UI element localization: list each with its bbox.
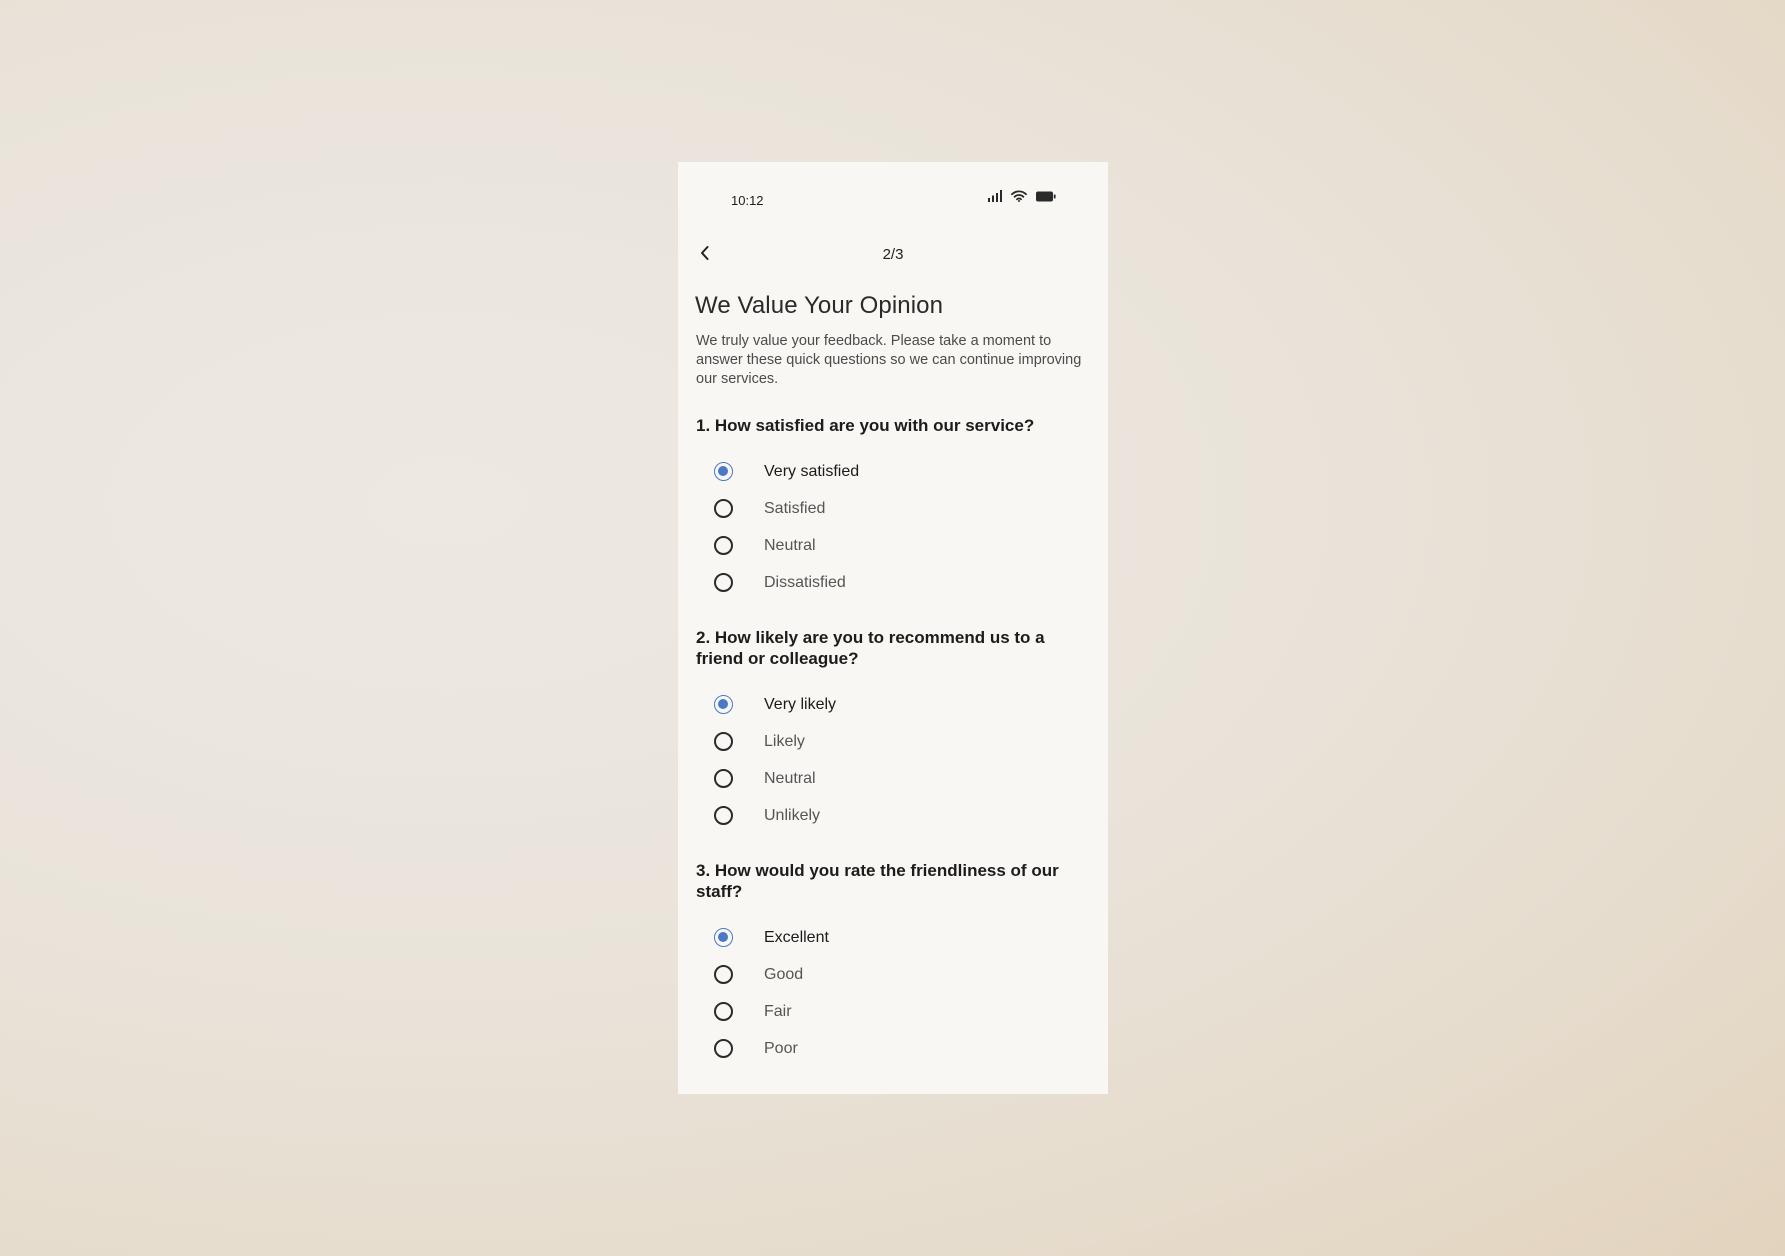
radio-button[interactable] bbox=[714, 806, 733, 825]
option-label: Poor bbox=[764, 1039, 798, 1057]
question-2: 2. How likely are you to recommend us to… bbox=[695, 627, 1091, 834]
option-label: Excellent bbox=[764, 928, 829, 946]
radio-option[interactable]: Neutral bbox=[695, 760, 1091, 797]
question-list: 1. How satisfied are you with our servic… bbox=[695, 415, 1091, 1067]
radio-option[interactable]: Poor bbox=[695, 1030, 1091, 1067]
option-label: Very likely bbox=[764, 695, 837, 713]
question-1: 1. How satisfied are you with our servic… bbox=[695, 415, 1091, 601]
option-label: Neutral bbox=[764, 769, 816, 787]
radio-button-checked[interactable] bbox=[714, 695, 733, 714]
signal-icon bbox=[988, 190, 1002, 202]
phone-screen: 10:12 2/3 We Value Your Opinion We truly… bbox=[678, 162, 1108, 1094]
nav-bar: 2/3 bbox=[678, 238, 1108, 272]
radio-option[interactable]: Fair bbox=[695, 993, 1091, 1030]
option-label: Unlikely bbox=[764, 806, 821, 824]
radio-button-checked[interactable] bbox=[714, 928, 733, 947]
intro-text: We truly value your feedback. Please tak… bbox=[696, 333, 1082, 387]
radio-option[interactable]: Unlikely bbox=[695, 797, 1091, 834]
radio-option[interactable]: Dissatisfied bbox=[695, 564, 1091, 601]
option-label: Likely bbox=[764, 732, 805, 750]
radio-button[interactable] bbox=[714, 499, 733, 518]
page-title: We Value Your Opinion bbox=[695, 292, 944, 319]
battery-icon bbox=[1036, 191, 1056, 202]
radio-button[interactable] bbox=[714, 965, 733, 984]
radio-button[interactable] bbox=[714, 536, 733, 555]
page-indicator: 2/3 bbox=[882, 246, 904, 263]
question-text: 3. How would you rate the friendliness o… bbox=[696, 861, 1059, 901]
question-text: 1. How satisfied are you with our servic… bbox=[696, 416, 1035, 435]
radio-button[interactable] bbox=[714, 1039, 733, 1058]
status-time: 10:12 bbox=[731, 193, 764, 208]
status-icons bbox=[988, 190, 1056, 202]
status-bar: 10:12 bbox=[678, 162, 1108, 222]
radio-button-checked[interactable] bbox=[714, 462, 733, 481]
option-label: Neutral bbox=[764, 536, 816, 554]
option-label: Fair bbox=[764, 1002, 792, 1020]
radio-button[interactable] bbox=[714, 573, 733, 592]
radio-option[interactable]: Excellent bbox=[695, 919, 1091, 956]
radio-option[interactable]: Likely bbox=[695, 723, 1091, 760]
option-label: Dissatisfied bbox=[764, 573, 846, 591]
radio-button[interactable] bbox=[714, 769, 733, 788]
radio-option[interactable]: Neutral bbox=[695, 527, 1091, 564]
radio-option[interactable]: Good bbox=[695, 956, 1091, 993]
radio-option[interactable]: Very likely bbox=[695, 686, 1091, 723]
question-3: 3. How would you rate the friendliness o… bbox=[695, 860, 1091, 1067]
question-text: 2. How likely are you to recommend us to… bbox=[696, 628, 1045, 668]
radio-group: Very likely Likely Neutral Unlikely bbox=[695, 686, 1091, 834]
radio-group: Very satisfied Satisfied Neutral Dissatisfi… bbox=[695, 453, 1091, 601]
option-label: Satisfied bbox=[764, 499, 826, 517]
radio-option[interactable]: Satisfied bbox=[695, 490, 1091, 527]
survey-content: We Value Your Opinion We truly value you… bbox=[695, 290, 1091, 1067]
wifi-icon bbox=[1011, 190, 1027, 202]
radio-option[interactable]: Very satisfied bbox=[695, 453, 1091, 490]
radio-button[interactable] bbox=[714, 732, 733, 751]
radio-button[interactable] bbox=[714, 1002, 733, 1021]
option-label: Very satisfied bbox=[764, 462, 860, 480]
radio-group: Excellent Good Fair Poor bbox=[695, 919, 1091, 1067]
option-label: Good bbox=[764, 965, 804, 983]
